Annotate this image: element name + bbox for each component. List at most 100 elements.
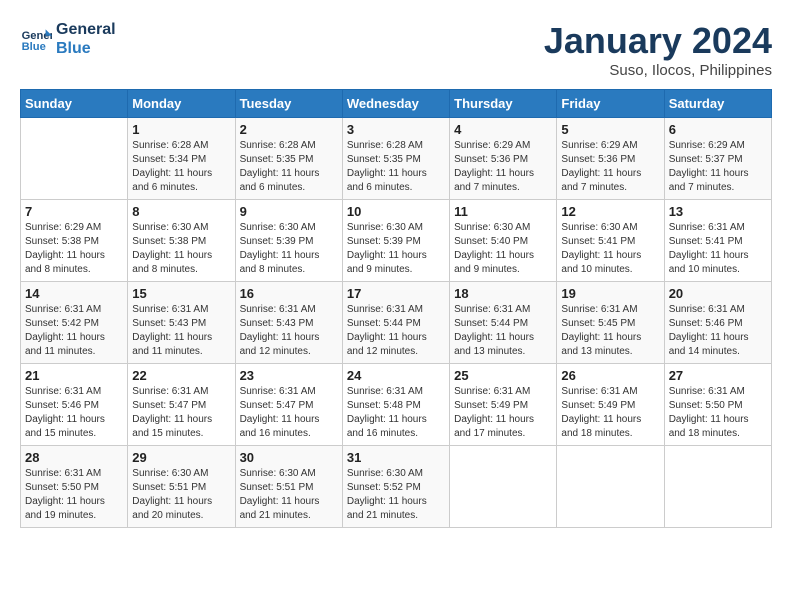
logo-blue: Blue (56, 39, 116, 58)
day-info: Sunrise: 6:29 AM Sunset: 5:37 PM Dayligh… (669, 139, 767, 195)
day-header-wednesday: Wednesday (342, 90, 449, 118)
day-number: 26 (561, 368, 659, 383)
day-number: 16 (240, 286, 338, 301)
calendar-table: SundayMondayTuesdayWednesdayThursdayFrid… (20, 89, 772, 528)
calendar-cell: 15 Sunrise: 6:31 AM Sunset: 5:43 PM Dayli… (128, 282, 235, 364)
day-number: 17 (347, 286, 445, 301)
day-number: 5 (561, 122, 659, 137)
day-info: Sunrise: 6:30 AM Sunset: 5:41 PM Dayligh… (561, 221, 659, 277)
day-number: 10 (347, 204, 445, 219)
day-number: 4 (454, 122, 552, 137)
day-info: Sunrise: 6:31 AM Sunset: 5:43 PM Dayligh… (240, 303, 338, 359)
calendar-cell: 11 Sunrise: 6:30 AM Sunset: 5:40 PM Dayli… (450, 200, 557, 282)
svg-text:Blue: Blue (22, 41, 46, 53)
day-number: 2 (240, 122, 338, 137)
calendar-cell: 24 Sunrise: 6:31 AM Sunset: 5:48 PM Dayli… (342, 364, 449, 446)
day-info: Sunrise: 6:30 AM Sunset: 5:39 PM Dayligh… (240, 221, 338, 277)
day-number: 13 (669, 204, 767, 219)
calendar-week-2: 7 Sunrise: 6:29 AM Sunset: 5:38 PM Daylig… (21, 200, 772, 282)
calendar-cell: 28Sunrise: 6:31 AM Sunset: 5:50 PM Dayli… (21, 446, 128, 528)
calendar-cell: 25 Sunrise: 6:31 AM Sunset: 5:49 PM Dayli… (450, 364, 557, 446)
calendar-cell: 14 Sunrise: 6:31 AM Sunset: 5:42 PM Dayli… (21, 282, 128, 364)
calendar-cell: 5 Sunrise: 6:29 AM Sunset: 5:36 PM Daylig… (557, 118, 664, 200)
day-header-sunday: Sunday (21, 90, 128, 118)
calendar-cell: 3Sunrise: 6:28 AM Sunset: 5:35 PM Daylig… (342, 118, 449, 200)
calendar-cell: 13 Sunrise: 6:31 AM Sunset: 5:41 PM Dayli… (664, 200, 771, 282)
day-info: Sunrise: 6:31 AM Sunset: 5:47 PM Dayligh… (132, 385, 230, 441)
calendar-cell: 17 Sunrise: 6:31 AM Sunset: 5:44 PM Dayli… (342, 282, 449, 364)
calendar-cell: 2 Sunrise: 6:28 AM Sunset: 5:35 PM Daylig… (235, 118, 342, 200)
calendar-cell: 21 Sunrise: 6:31 AM Sunset: 5:46 PM Dayli… (21, 364, 128, 446)
day-number: 15 (132, 286, 230, 301)
day-header-monday: Monday (128, 90, 235, 118)
calendar-cell: 30Sunrise: 6:30 AM Sunset: 5:51 PM Dayli… (235, 446, 342, 528)
calendar-cell (450, 446, 557, 528)
day-info: Sunrise: 6:29 AM Sunset: 5:36 PM Dayligh… (454, 139, 552, 195)
calendar-cell: 16 Sunrise: 6:31 AM Sunset: 5:43 PM Dayli… (235, 282, 342, 364)
calendar-cell: 22 Sunrise: 6:31 AM Sunset: 5:47 PM Dayli… (128, 364, 235, 446)
day-number: 22 (132, 368, 230, 383)
calendar-cell: 4 Sunrise: 6:29 AM Sunset: 5:36 PM Daylig… (450, 118, 557, 200)
calendar-cell: 12Sunrise: 6:30 AM Sunset: 5:41 PM Dayli… (557, 200, 664, 282)
calendar-cell: 19Sunrise: 6:31 AM Sunset: 5:45 PM Dayli… (557, 282, 664, 364)
day-info: Sunrise: 6:31 AM Sunset: 5:50 PM Dayligh… (25, 467, 123, 523)
day-number: 6 (669, 122, 767, 137)
logo-icon: General Blue (20, 23, 52, 55)
day-number: 3 (347, 122, 445, 137)
day-info: Sunrise: 6:30 AM Sunset: 5:40 PM Dayligh… (454, 221, 552, 277)
day-number: 24 (347, 368, 445, 383)
day-info: Sunrise: 6:31 AM Sunset: 5:44 PM Dayligh… (347, 303, 445, 359)
calendar-cell: 26 Sunrise: 6:31 AM Sunset: 5:49 PM Dayli… (557, 364, 664, 446)
day-info: Sunrise: 6:31 AM Sunset: 5:48 PM Dayligh… (347, 385, 445, 441)
day-info: Sunrise: 6:31 AM Sunset: 5:41 PM Dayligh… (669, 221, 767, 277)
calendar-cell: 6 Sunrise: 6:29 AM Sunset: 5:37 PM Daylig… (664, 118, 771, 200)
calendar-cell: 29 Sunrise: 6:30 AM Sunset: 5:51 PM Dayli… (128, 446, 235, 528)
day-number: 23 (240, 368, 338, 383)
calendar-cell: 23 Sunrise: 6:31 AM Sunset: 5:47 PM Dayli… (235, 364, 342, 446)
calendar-cell: 18 Sunrise: 6:31 AM Sunset: 5:44 PM Dayli… (450, 282, 557, 364)
calendar-title: January 2024 (544, 20, 772, 62)
calendar-cell: 1Sunrise: 6:28 AM Sunset: 5:34 PM Daylig… (128, 118, 235, 200)
day-info: Sunrise: 6:31 AM Sunset: 5:44 PM Dayligh… (454, 303, 552, 359)
calendar-subtitle: Suso, Ilocos, Philippines (544, 62, 772, 79)
calendar-cell: 27Sunrise: 6:31 AM Sunset: 5:50 PM Dayli… (664, 364, 771, 446)
day-number: 14 (25, 286, 123, 301)
day-info: Sunrise: 6:29 AM Sunset: 5:38 PM Dayligh… (25, 221, 123, 277)
title-block: January 2024 Suso, Ilocos, Philippines (544, 20, 772, 79)
calendar-week-5: 28Sunrise: 6:31 AM Sunset: 5:50 PM Dayli… (21, 446, 772, 528)
day-number: 18 (454, 286, 552, 301)
calendar-cell: 8Sunrise: 6:30 AM Sunset: 5:38 PM Daylig… (128, 200, 235, 282)
day-info: Sunrise: 6:31 AM Sunset: 5:49 PM Dayligh… (561, 385, 659, 441)
calendar-cell: 10Sunrise: 6:30 AM Sunset: 5:39 PM Dayli… (342, 200, 449, 282)
day-info: Sunrise: 6:31 AM Sunset: 5:42 PM Dayligh… (25, 303, 123, 359)
calendar-week-1: 1Sunrise: 6:28 AM Sunset: 5:34 PM Daylig… (21, 118, 772, 200)
calendar-cell (21, 118, 128, 200)
calendar-week-3: 14 Sunrise: 6:31 AM Sunset: 5:42 PM Dayli… (21, 282, 772, 364)
calendar-cell: 9Sunrise: 6:30 AM Sunset: 5:39 PM Daylig… (235, 200, 342, 282)
calendar-week-4: 21 Sunrise: 6:31 AM Sunset: 5:46 PM Dayli… (21, 364, 772, 446)
day-info: Sunrise: 6:31 AM Sunset: 5:49 PM Dayligh… (454, 385, 552, 441)
calendar-cell: 31Sunrise: 6:30 AM Sunset: 5:52 PM Dayli… (342, 446, 449, 528)
day-number: 27 (669, 368, 767, 383)
day-number: 21 (25, 368, 123, 383)
day-header-friday: Friday (557, 90, 664, 118)
day-info: Sunrise: 6:31 AM Sunset: 5:46 PM Dayligh… (25, 385, 123, 441)
day-number: 19 (561, 286, 659, 301)
calendar-cell: 7 Sunrise: 6:29 AM Sunset: 5:38 PM Daylig… (21, 200, 128, 282)
day-info: Sunrise: 6:31 AM Sunset: 5:43 PM Dayligh… (132, 303, 230, 359)
day-info: Sunrise: 6:29 AM Sunset: 5:36 PM Dayligh… (561, 139, 659, 195)
day-number: 11 (454, 204, 552, 219)
day-info: Sunrise: 6:31 AM Sunset: 5:47 PM Dayligh… (240, 385, 338, 441)
day-header-tuesday: Tuesday (235, 90, 342, 118)
calendar-cell (664, 446, 771, 528)
day-number: 7 (25, 204, 123, 219)
day-info: Sunrise: 6:30 AM Sunset: 5:51 PM Dayligh… (132, 467, 230, 523)
day-number: 25 (454, 368, 552, 383)
day-number: 1 (132, 122, 230, 137)
day-info: Sunrise: 6:28 AM Sunset: 5:35 PM Dayligh… (240, 139, 338, 195)
day-number: 29 (132, 450, 230, 465)
day-number: 20 (669, 286, 767, 301)
day-header-thursday: Thursday (450, 90, 557, 118)
day-number: 8 (132, 204, 230, 219)
day-header-saturday: Saturday (664, 90, 771, 118)
